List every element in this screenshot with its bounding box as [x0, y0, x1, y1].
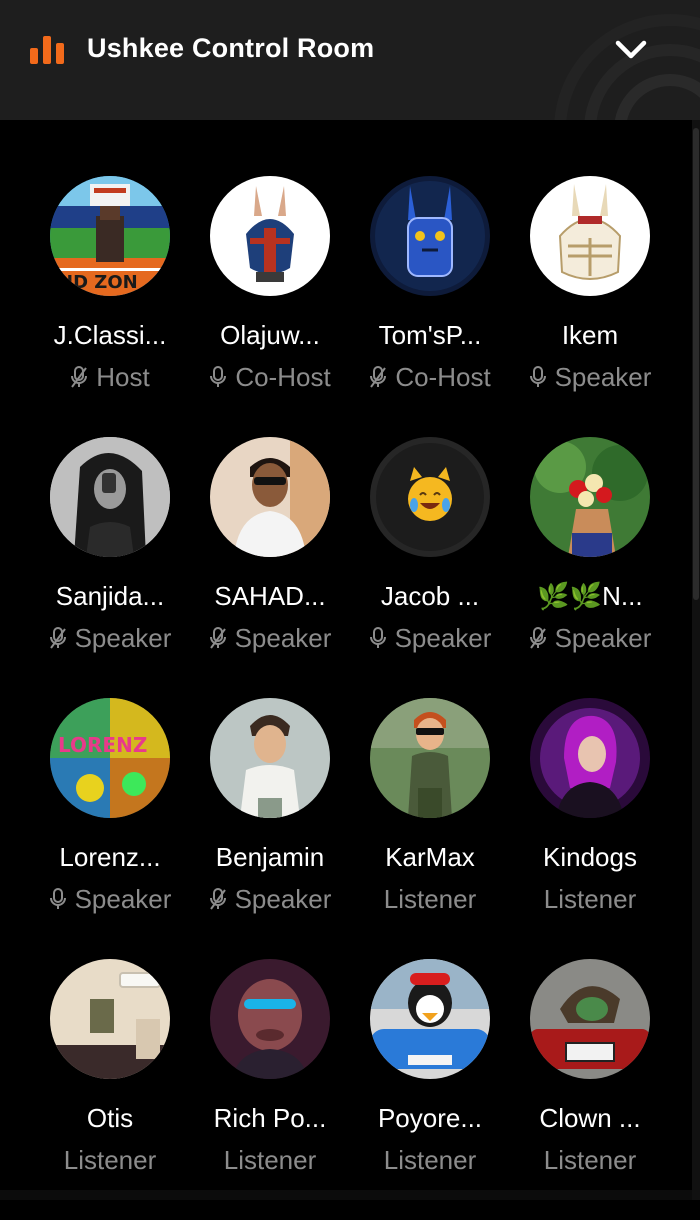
participant-name: SAHAD... [214, 581, 326, 611]
participant-role: Speaker [344, 621, 516, 655]
chevron-down-icon[interactable] [608, 32, 654, 68]
role-label: Speaker [234, 623, 332, 653]
bar-chart-icon [30, 36, 64, 64]
mic-icon [49, 888, 66, 909]
participant-name: Clown ... [539, 1103, 641, 1133]
participant-tile[interactable]: Benjamin Speaker [190, 698, 350, 959]
role-label: Speaker [394, 623, 492, 653]
participant-tile[interactable]: KarMax Listener [350, 698, 510, 959]
role-label: Listener [383, 1145, 477, 1175]
participant-role: Listener [184, 1143, 356, 1177]
role-label: Listener [543, 1145, 637, 1175]
mic-icon [529, 366, 546, 387]
participant-role: Host [24, 360, 196, 394]
participant-name: Olajuw... [220, 320, 320, 350]
participant-role: Listener [344, 882, 516, 916]
participant-tile[interactable]: Kindogs Listener [510, 698, 670, 959]
participant-role: Speaker [504, 360, 676, 394]
mic-muted-icon [529, 627, 546, 649]
participant-role: Listener [24, 1143, 196, 1177]
participant-role: Listener [504, 1143, 676, 1177]
participant-tile[interactable]: Otis Listener [30, 959, 190, 1220]
participant-role: Co-Host [184, 360, 356, 394]
avatar: LORENZ [50, 698, 170, 818]
role-label: Host [96, 362, 150, 392]
participant-tile[interactable]: Poyore... Listener [350, 959, 510, 1220]
avatar [530, 176, 650, 296]
avatar [530, 959, 650, 1079]
participant-tile[interactable]: SAHAD... Speaker [190, 437, 350, 698]
participant-tile[interactable]: ND ZON J.Classi... Host [30, 176, 190, 437]
avatar [210, 176, 330, 296]
participant-grid: ND ZON J.Classi... Host Olajuw... Co-Hos… [30, 176, 670, 1220]
participant-tile[interactable]: Jacob ... Speaker [350, 437, 510, 698]
svg-text:LORENZ: LORENZ [58, 733, 147, 757]
role-label: Co-Host [235, 362, 331, 392]
participant-tile[interactable]: Rich Po... Listener [190, 959, 350, 1220]
avatar [370, 698, 490, 818]
role-label: Listener [223, 1145, 317, 1175]
role-label: Speaker [74, 623, 172, 653]
participant-name: Sanjida... [55, 581, 165, 611]
avatar [210, 959, 330, 1079]
room-title: Ushkee Control Room [87, 33, 375, 63]
room-header: Ushkee Control Room [0, 0, 700, 120]
participant-role: Co-Host [344, 360, 516, 394]
participant-name: Poyore... [377, 1103, 483, 1133]
participant-tile[interactable]: Ikem Speaker [510, 176, 670, 437]
participant-role: Speaker [24, 882, 196, 916]
participant-name: J.Classi... [53, 320, 167, 350]
role-label: Speaker [234, 884, 332, 914]
mic-icon [369, 627, 386, 648]
participant-role: Speaker [24, 621, 196, 655]
mic-muted-icon [49, 627, 66, 649]
participant-name: Lorenz... [59, 842, 161, 872]
avatar [210, 437, 330, 557]
participant-role: Speaker [184, 882, 356, 916]
role-label: Listener [63, 1145, 157, 1175]
role-label: Speaker [554, 623, 652, 653]
avatar [370, 437, 490, 557]
participant-tile[interactable]: Sanjida... Speaker [30, 437, 190, 698]
scrollbar-thumb[interactable] [693, 128, 699, 600]
participant-tile[interactable]: Tom'sP... Co-Host [350, 176, 510, 437]
participant-tile[interactable]: LORENZ Lorenz... Speaker [30, 698, 190, 959]
avatar [530, 698, 650, 818]
mic-muted-icon [209, 888, 226, 910]
avatar: ND ZON [50, 176, 170, 296]
role-label: Speaker [554, 362, 652, 392]
avatar [50, 959, 170, 1079]
mic-muted-icon [209, 627, 226, 649]
mic-icon [210, 366, 227, 387]
participant-role: Listener [344, 1143, 516, 1177]
participant-tile[interactable]: 🌿🌿N... Speaker [510, 437, 670, 698]
participant-name: Kindogs [543, 842, 637, 872]
participant-name: Benjamin [215, 842, 325, 872]
participant-name: Tom'sP... [378, 320, 482, 350]
participant-tile[interactable]: Clown ... Listener [510, 959, 670, 1220]
participant-name: Otis [86, 1103, 134, 1133]
svg-text:ND ZON: ND ZON [58, 272, 138, 293]
avatar [50, 437, 170, 557]
participant-role: Listener [504, 882, 676, 916]
participant-name: Ikem [561, 320, 619, 350]
mic-muted-icon [71, 366, 88, 388]
participant-name: KarMax [385, 842, 475, 872]
role-label: Listener [543, 884, 637, 914]
role-label: Co-Host [395, 362, 491, 392]
participant-role: Speaker [184, 621, 356, 655]
participant-name: 🌿🌿N... [537, 581, 643, 611]
participant-tile[interactable]: Olajuw... Co-Host [190, 176, 350, 437]
role-label: Speaker [74, 884, 172, 914]
participant-role: Speaker [504, 621, 676, 655]
avatar [530, 437, 650, 557]
role-label: Listener [383, 884, 477, 914]
avatar [210, 698, 330, 818]
mic-muted-icon [370, 366, 387, 388]
decorative-rings [554, 14, 700, 120]
participant-name: Jacob ... [380, 581, 480, 611]
avatar [370, 176, 490, 296]
avatar [370, 959, 490, 1079]
participant-name: Rich Po... [213, 1103, 327, 1133]
